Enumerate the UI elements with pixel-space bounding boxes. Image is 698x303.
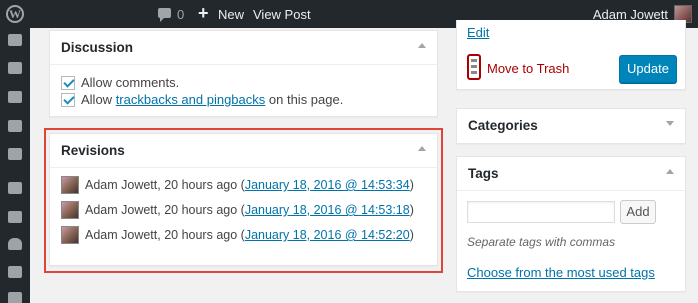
new-content-link[interactable]: New xyxy=(218,7,244,22)
update-button[interactable]: Update xyxy=(619,55,677,83)
trash-icon[interactable] xyxy=(467,54,481,80)
comment-icon[interactable] xyxy=(158,8,171,22)
wordpress-logo-icon[interactable]: W xyxy=(6,5,24,23)
expand-arrow-icon[interactable] xyxy=(666,121,674,126)
collapse-arrow-icon[interactable] xyxy=(418,43,426,48)
admin-sidebar xyxy=(0,28,30,303)
users-icon[interactable] xyxy=(8,238,22,250)
settings-icon[interactable] xyxy=(8,292,22,303)
collapse-arrow-icon[interactable] xyxy=(666,169,674,174)
tag-input[interactable] xyxy=(467,201,615,223)
allow-pings-suffix: on this page. xyxy=(265,92,344,107)
tags-hint: Separate tags with commas xyxy=(467,235,616,249)
posts-icon[interactable] xyxy=(8,62,22,74)
discussion-title: Discussion xyxy=(61,40,134,55)
discussion-box: Discussion Allow comments. Allow trackba… xyxy=(49,30,438,117)
most-used-tags-link[interactable]: Choose from the most used tags xyxy=(467,265,655,280)
allow-pings-prefix: Allow xyxy=(81,92,116,107)
tags-box: Tags Add Separate tags with commas Choos… xyxy=(456,156,686,292)
allow-comments-label: Allow comments. xyxy=(81,75,180,90)
add-tag-button[interactable]: Add xyxy=(620,200,656,224)
media-icon[interactable] xyxy=(8,91,22,103)
allow-pings-checkbox[interactable] xyxy=(61,92,75,107)
publish-box: Edit Move to Trash Update xyxy=(456,20,686,90)
pin-icon[interactable] xyxy=(8,182,22,194)
view-post-link[interactable]: View Post xyxy=(253,7,311,22)
revisions-highlight-frame xyxy=(44,128,443,273)
categories-header[interactable]: Categories xyxy=(457,109,685,143)
dashboard-icon[interactable] xyxy=(8,34,22,46)
allow-comments-checkbox[interactable] xyxy=(61,75,75,90)
plus-icon[interactable]: + xyxy=(198,4,209,22)
allow-comments-row[interactable]: Allow comments. xyxy=(61,75,179,90)
comment-count[interactable]: 0 xyxy=(177,7,184,22)
allow-pings-row[interactable]: Allow trackbacks and pingbacks on this p… xyxy=(61,92,343,107)
tools-icon[interactable] xyxy=(8,266,22,278)
categories-title: Categories xyxy=(468,118,538,133)
discussion-header[interactable]: Discussion xyxy=(50,31,437,65)
tags-title: Tags xyxy=(468,166,499,181)
plugins-icon[interactable] xyxy=(8,211,22,223)
edit-link[interactable]: Edit xyxy=(467,25,489,40)
categories-box: Categories xyxy=(456,108,686,144)
move-to-trash-link[interactable]: Move to Trash xyxy=(487,61,569,76)
trackbacks-link[interactable]: trackbacks and pingbacks xyxy=(116,92,266,107)
mail-icon[interactable] xyxy=(8,120,22,132)
analytics-icon[interactable] xyxy=(8,148,22,160)
tags-header[interactable]: Tags xyxy=(457,157,685,191)
